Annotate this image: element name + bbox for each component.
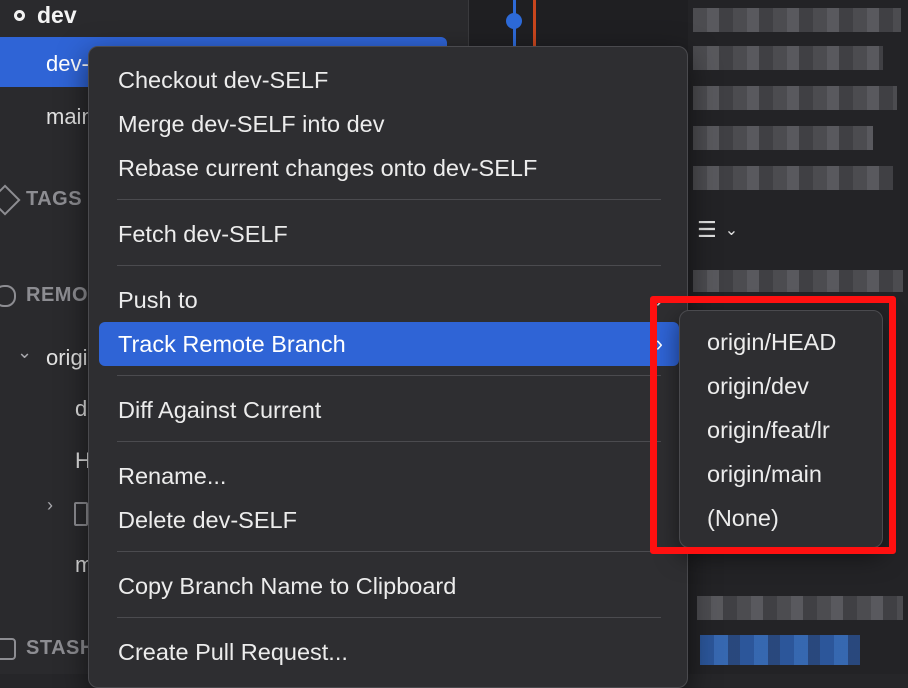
chevron-down-icon[interactable]: ⌄ — [725, 220, 738, 240]
menu-item-delete[interactable]: Delete dev-SELF — [89, 498, 687, 542]
menu-item-merge[interactable]: Merge dev-SELF into dev — [89, 102, 687, 146]
menu-item-diff[interactable]: Diff Against Current — [89, 388, 687, 432]
annotation-highlight-box — [650, 296, 896, 554]
menu-separator — [117, 441, 661, 442]
menu-item-rebase[interactable]: Rebase current changes onto dev-SELF — [89, 146, 687, 190]
chevron-right-icon[interactable]: › — [47, 495, 53, 516]
menu-item-copy-name[interactable]: Copy Branch Name to Clipboard — [89, 564, 687, 608]
menu-item-track-remote-branch[interactable]: Track Remote Branch › — [99, 322, 679, 366]
head-ring-icon — [14, 9, 25, 21]
blurred-text — [697, 596, 903, 620]
list-icon[interactable]: ☰ — [697, 217, 717, 243]
menu-item-label: Push to — [118, 286, 198, 313]
blurred-text — [693, 166, 893, 190]
blurred-text — [693, 86, 897, 110]
menu-item-rename[interactable]: Rename... — [89, 454, 687, 498]
menu-separator — [117, 617, 661, 618]
menu-item-create-pr[interactable]: Create Pull Request... — [89, 630, 687, 674]
menu-separator — [117, 265, 661, 266]
view-toolbar[interactable]: ☰ ⌄ — [697, 217, 738, 243]
stash-icon — [0, 637, 16, 660]
section-tags[interactable]: TAGS — [0, 183, 83, 216]
menu-separator — [117, 551, 661, 552]
blurred-text — [693, 126, 873, 150]
blurred-text — [693, 270, 903, 292]
menu-item-checkout[interactable]: Checkout dev-SELF — [89, 58, 687, 102]
menu-item-label: Rename... — [118, 462, 227, 489]
menu-item-push-to[interactable]: Push to › — [89, 278, 687, 322]
chevron-down-icon[interactable]: ⌄ — [17, 342, 32, 363]
menu-item-fetch[interactable]: Fetch dev-SELF — [89, 212, 687, 256]
cloud-icon — [0, 284, 16, 307]
menu-item-label: Fetch dev-SELF — [118, 220, 288, 247]
tag-icon — [0, 183, 21, 216]
blurred-text — [693, 46, 883, 70]
branch-context-menu: Checkout dev-SELF Merge dev-SELF into de… — [88, 46, 688, 688]
menu-item-label: Merge dev-SELF into dev — [118, 110, 385, 137]
branch-item-main[interactable]: main — [46, 104, 94, 130]
blurred-link — [700, 635, 860, 665]
menu-item-label: Checkout dev-SELF — [118, 66, 329, 93]
current-branch-label: dev — [37, 1, 77, 28]
commit-dot[interactable] — [506, 13, 522, 29]
menu-item-label: Diff Against Current — [118, 396, 322, 423]
menu-separator — [117, 375, 661, 376]
current-branch[interactable]: dev — [14, 0, 77, 30]
menu-item-label: Rebase current changes onto dev-SELF — [118, 154, 538, 181]
menu-separator — [117, 199, 661, 200]
section-tags-label: TAGS — [26, 188, 83, 210]
menu-item-label: Copy Branch Name to Clipboard — [118, 572, 457, 599]
folder-icon — [74, 502, 88, 526]
menu-item-label: Delete dev-SELF — [118, 506, 297, 533]
menu-item-label: Track Remote Branch — [118, 330, 346, 357]
blurred-text — [693, 8, 901, 32]
menu-item-label: Create Pull Request... — [118, 638, 348, 665]
